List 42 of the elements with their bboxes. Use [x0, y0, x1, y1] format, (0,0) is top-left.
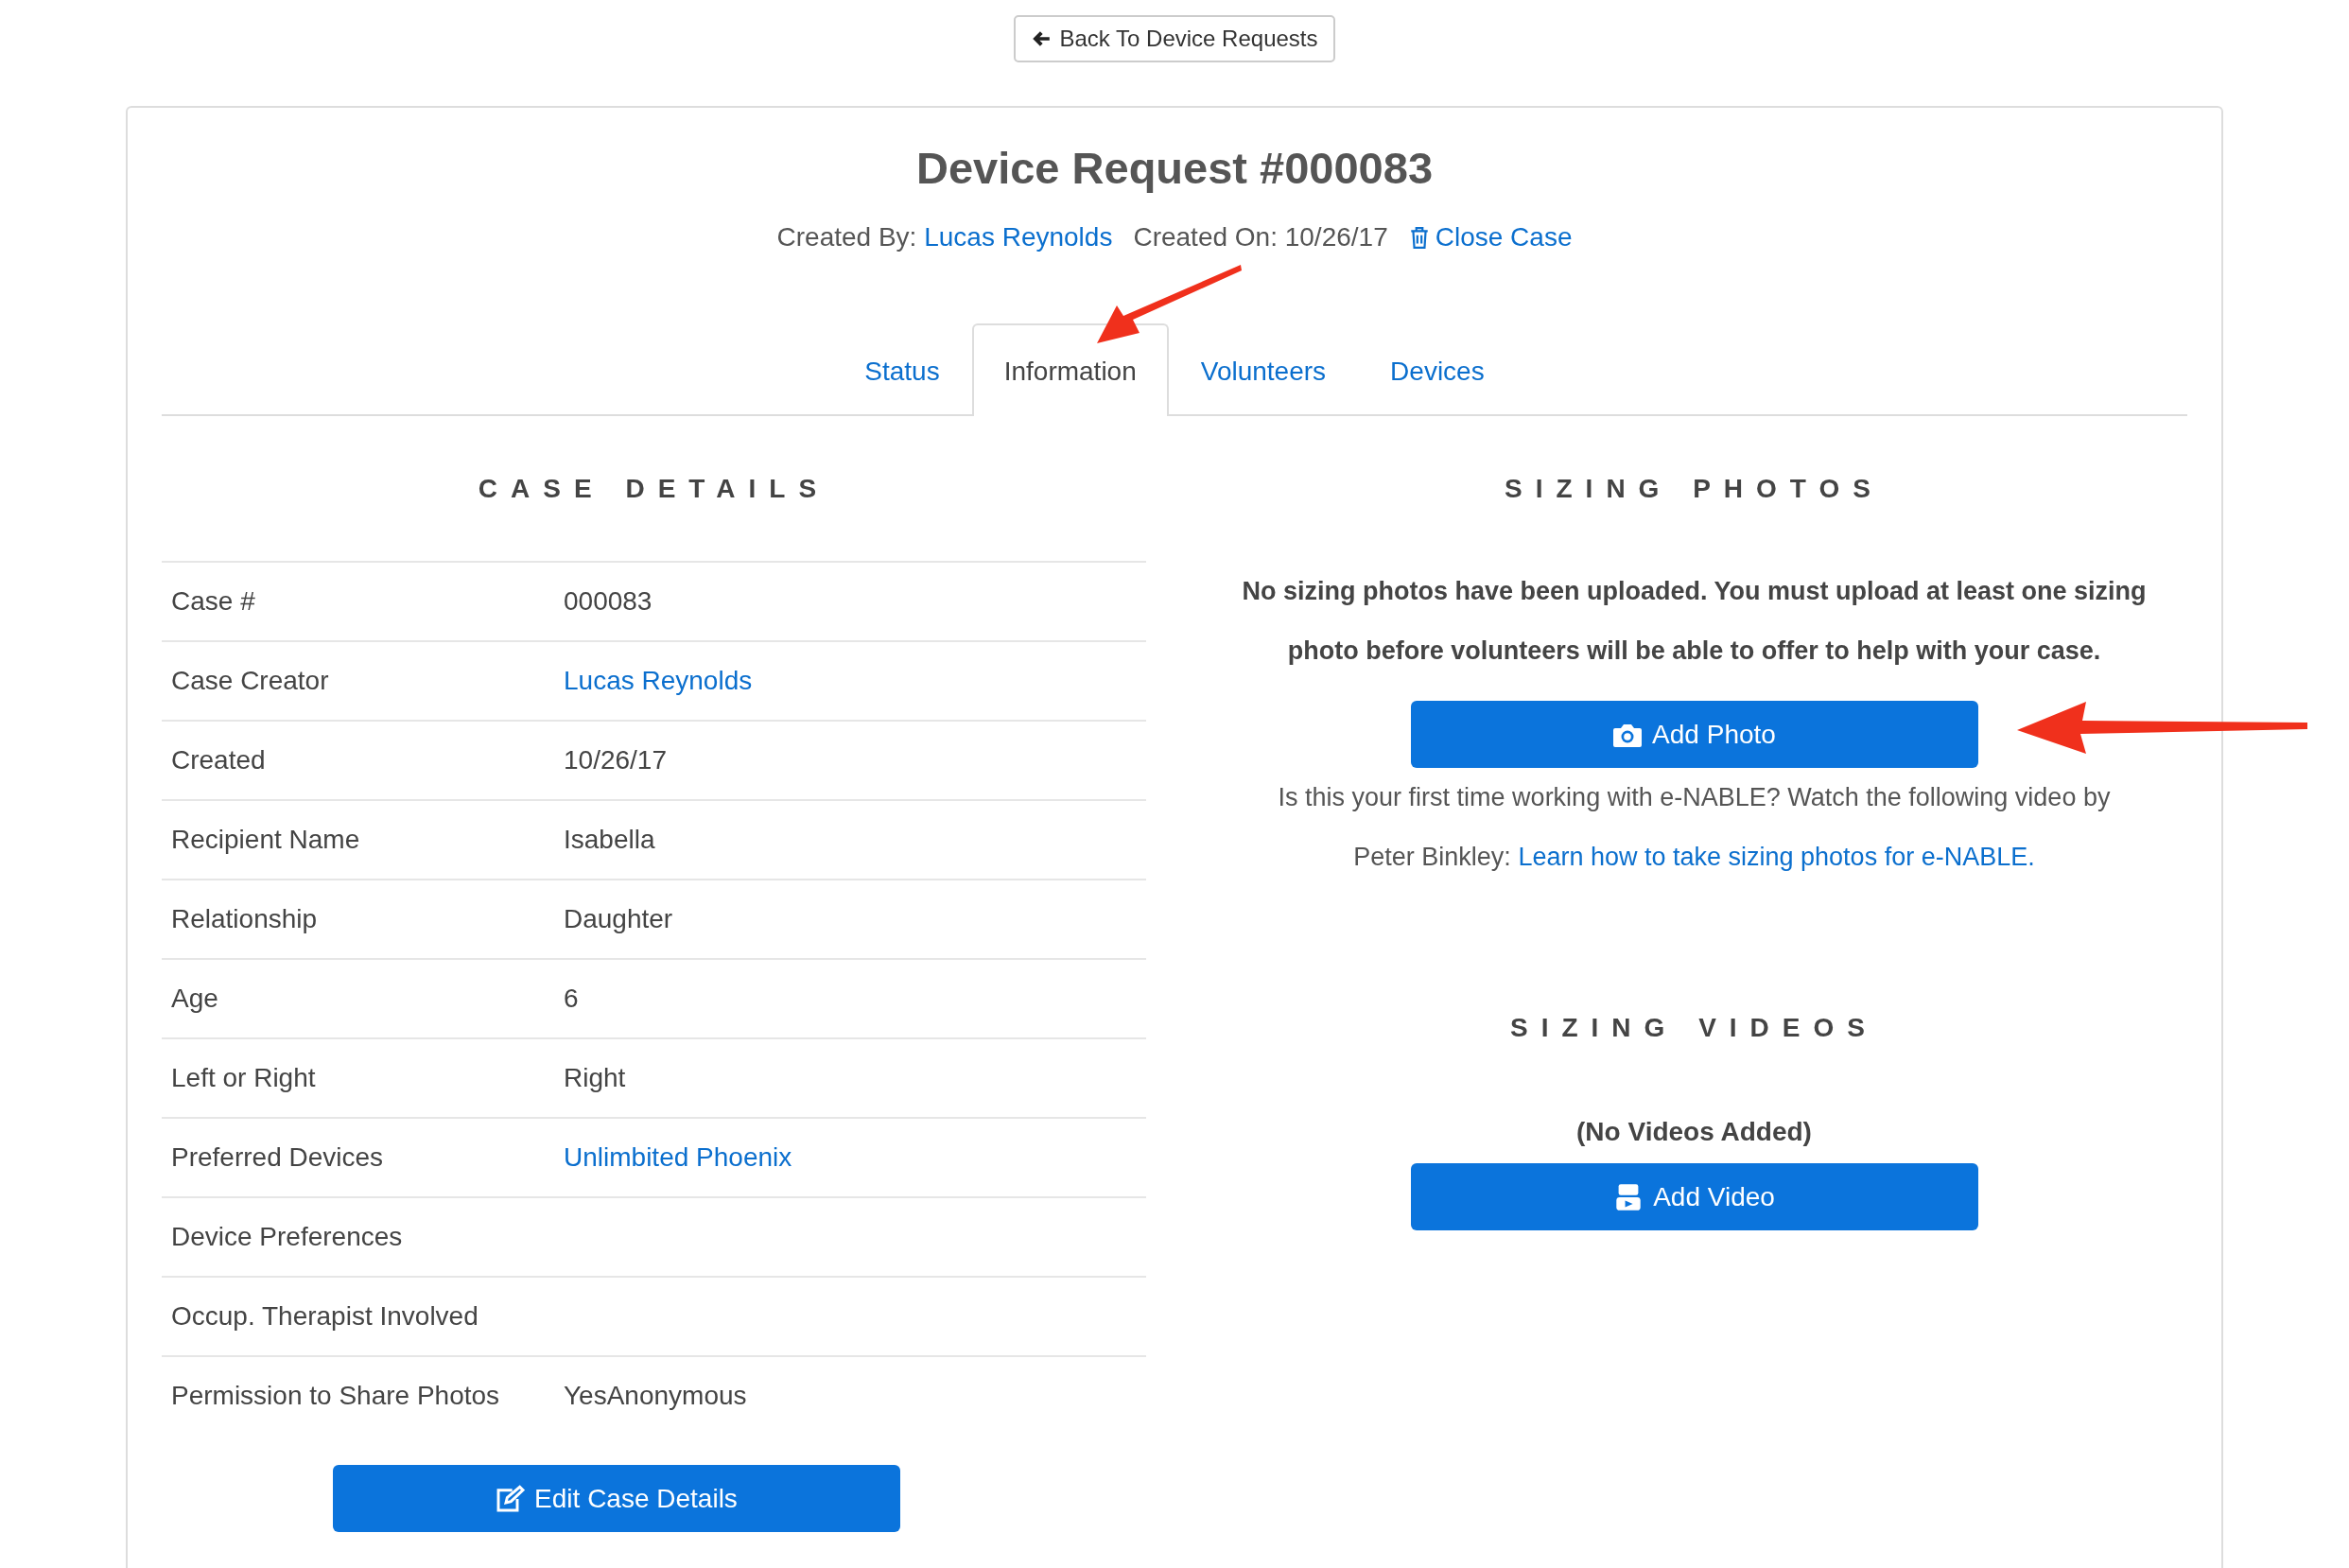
case-label: Age — [171, 984, 218, 1013]
page-title: Device Request #000083 — [914, 142, 1435, 194]
tab[interactable]: Volunteers — [1168, 323, 1359, 416]
sizing-video-link[interactable]: Learn how to take sizing photos for e-NABLE. — [1518, 843, 2035, 871]
add-video-button[interactable]: Add Video — [1410, 1163, 1978, 1230]
case-value: Right — [564, 1063, 626, 1092]
creator-link[interactable]: Lucas Reynolds — [924, 222, 1113, 252]
case-label: Permission to Share Photos — [171, 1381, 500, 1410]
section-heading: SIZING PHOTOS — [1505, 474, 1884, 504]
created-on-text: Created On: 10/26/17 — [1133, 222, 1388, 253]
case-value: 10/26/17 — [564, 745, 667, 775]
tab[interactable]: Devices — [1358, 323, 1517, 416]
case-value: Daughter — [564, 904, 673, 933]
case-label: Case Creator — [171, 666, 329, 695]
case-label: Relationship — [171, 904, 318, 933]
case-value: Isabella — [564, 825, 655, 854]
case-value: 000083 — [564, 586, 652, 616]
case-value: YesAnonymous — [564, 1381, 747, 1410]
video-intro-text: Is this your first time working with e-NABLE? Watch the following video by Peter Binkley: Learn how to take sizing photos for e-NABLE. — [1277, 782, 2112, 873]
case-label: Device Preferences — [171, 1222, 403, 1251]
no-photos-notice: No sizing photos have been uploaded. You must upload at least one sizing photo before volunteers will be able to offer to help with your case. — [1241, 576, 2148, 667]
case-value-link[interactable]: Lucas Reynolds — [564, 666, 753, 695]
trash-icon — [1408, 226, 1430, 249]
section-heading: SIZING VIDEOS — [1510, 1013, 1878, 1043]
case-label: Recipient Name — [171, 825, 360, 854]
case-label: Occup. Therapist Involved — [171, 1301, 478, 1331]
tab[interactable]: Information — [971, 323, 1169, 416]
back-button[interactable]: Back To Device Requests — [1014, 15, 1335, 62]
case-value: 6 — [564, 984, 579, 1013]
no-videos-text: (No Videos Added) — [1576, 1117, 1812, 1147]
section-heading: CASE DETAILS — [477, 474, 831, 504]
close-case-link[interactable]: Close Case — [1408, 222, 1573, 253]
edit-icon — [495, 1484, 526, 1513]
tab[interactable]: Status — [832, 323, 972, 416]
case-label: Case # — [171, 586, 255, 616]
case-value-link[interactable]: Unlimbited Phoenix — [564, 1142, 792, 1172]
case-label: Left or Right — [171, 1063, 316, 1092]
case-label: Created — [171, 745, 266, 775]
add-photo-button[interactable]: Add Photo — [1410, 701, 1978, 768]
edit-case-details-button[interactable]: Edit Case Details — [332, 1465, 900, 1532]
meta-label: Created By: — [776, 222, 917, 252]
case-label: Preferred Devices — [171, 1142, 384, 1172]
